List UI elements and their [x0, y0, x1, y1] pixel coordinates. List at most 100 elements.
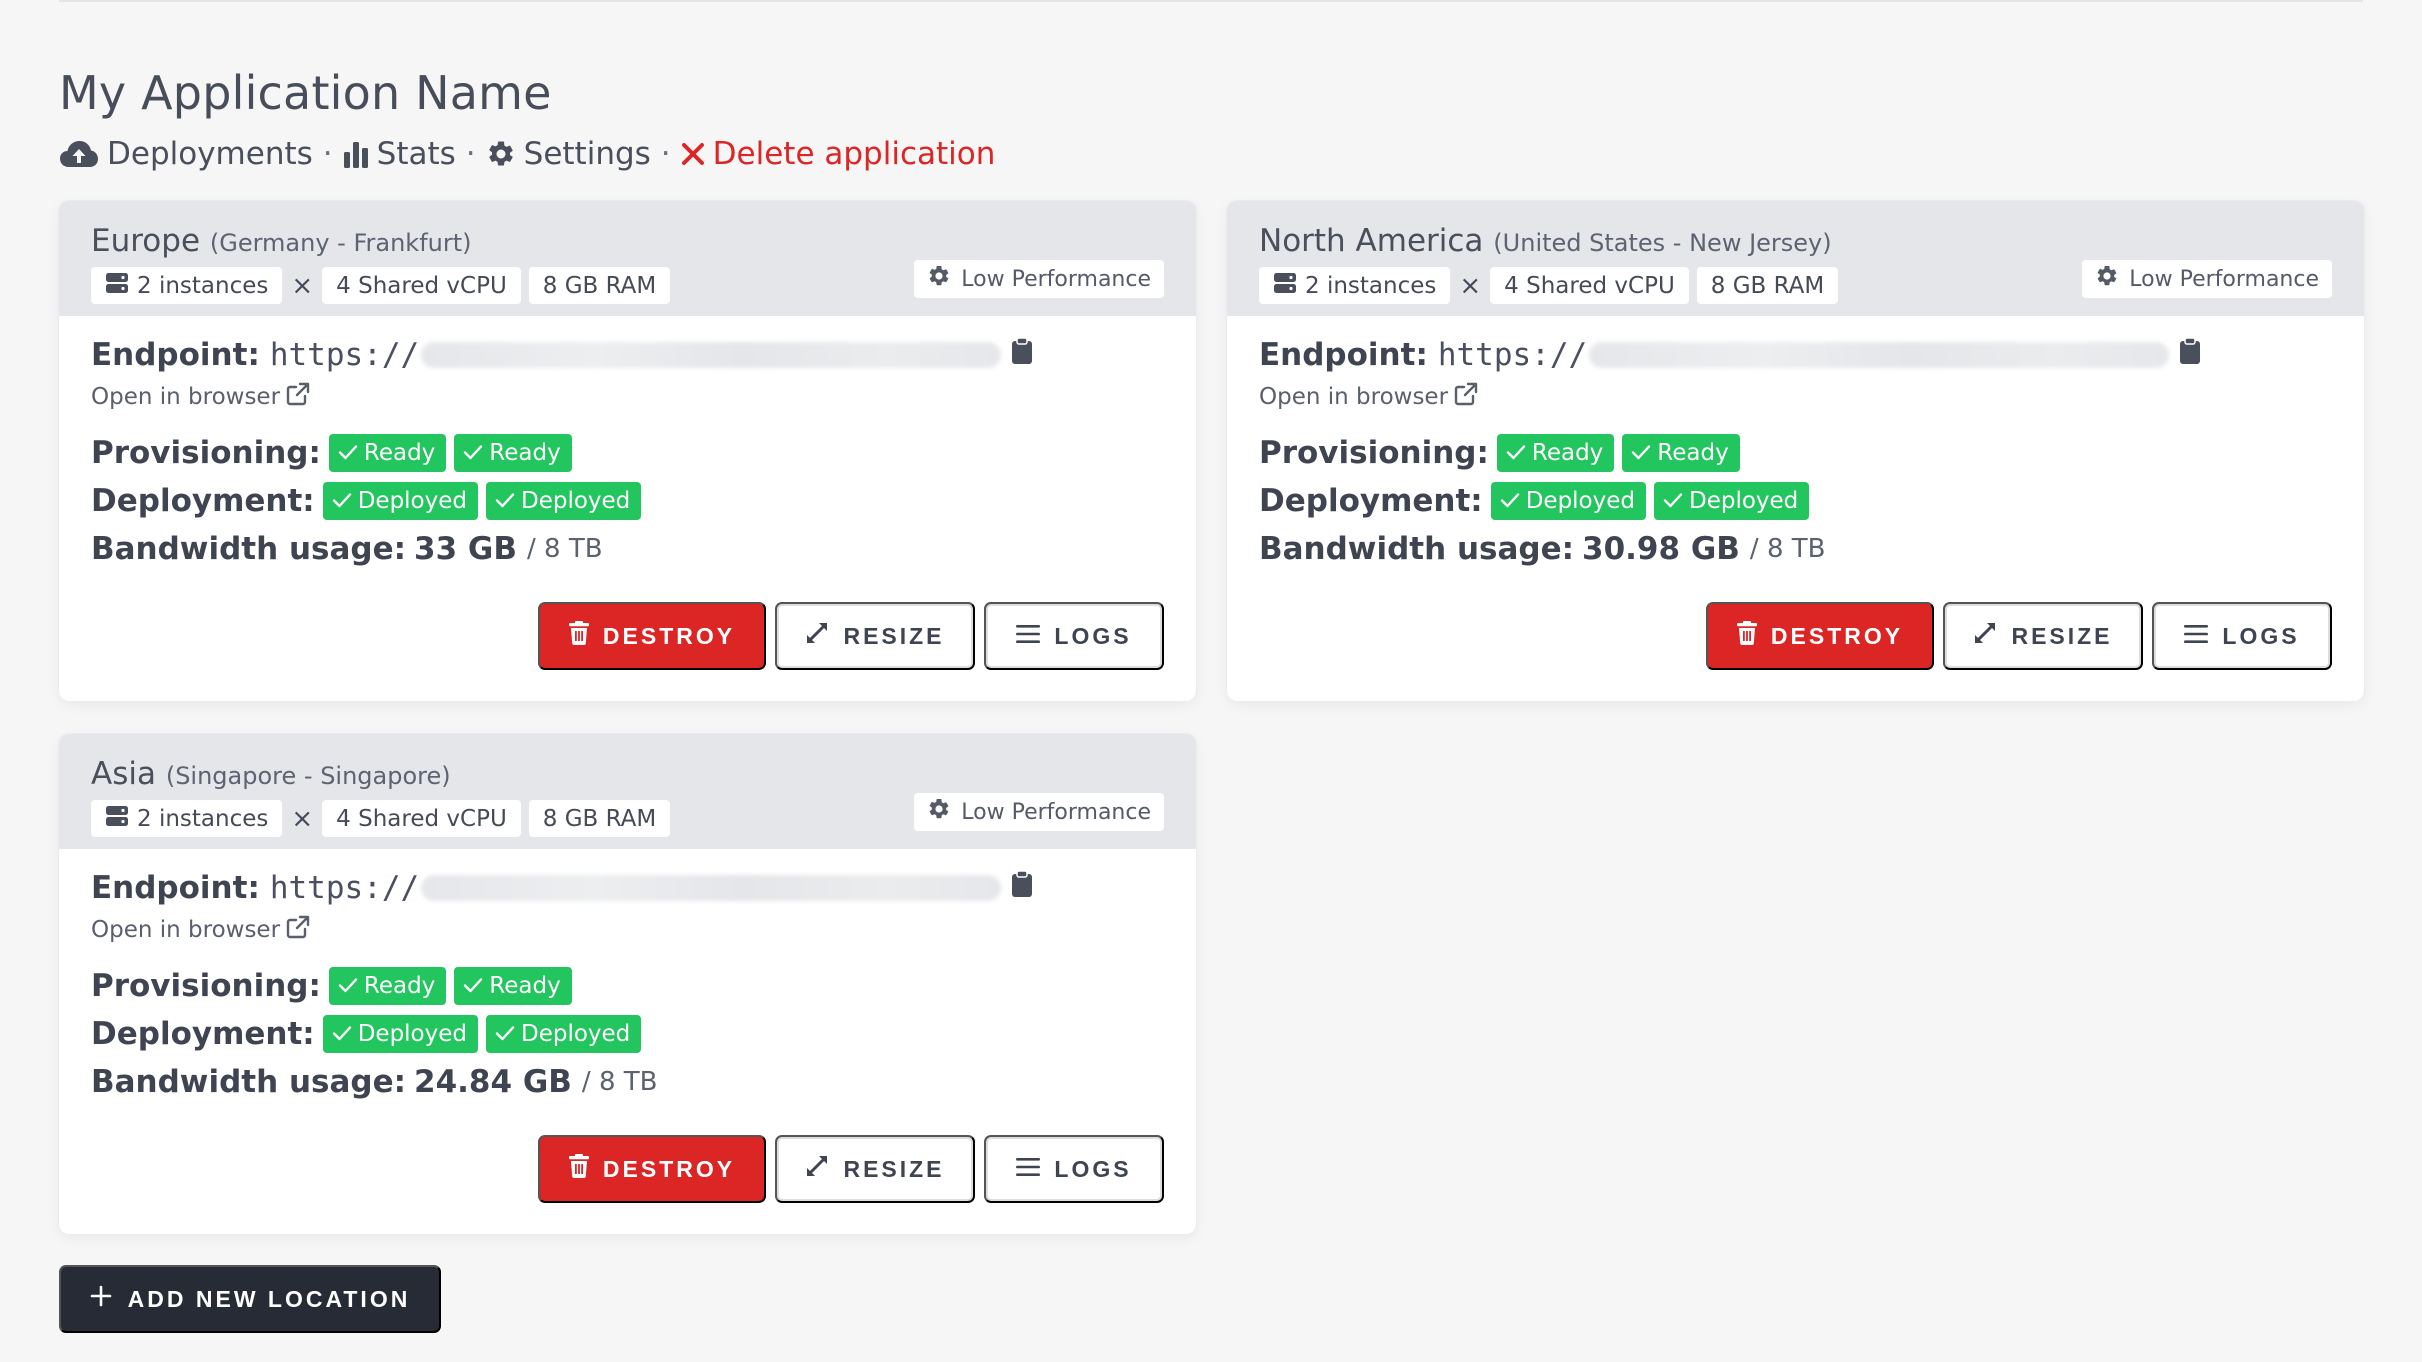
resize-button[interactable]: RESIZE [775, 1135, 975, 1203]
logs-button[interactable]: LOGS [984, 602, 1164, 670]
logs-button[interactable]: LOGS [984, 1135, 1164, 1203]
instances-count: 2 instances [137, 805, 269, 832]
region-place: (Singapore - Singapore) [165, 762, 451, 790]
provisioning-row: Provisioning: Ready Ready [91, 962, 1164, 1010]
endpoint-url-redacted [421, 875, 1002, 901]
provisioning-badge: Ready [328, 967, 447, 1005]
open-in-browser-label: Open in browser [91, 917, 281, 943]
deployment-status: Deployed [357, 1021, 467, 1047]
copy-endpoint-button[interactable] [2179, 337, 2201, 373]
deployment-badge: Deployed [486, 482, 642, 520]
destroy-label: DESTROY [602, 1155, 736, 1182]
trash-icon [568, 1154, 589, 1184]
close-icon [681, 142, 705, 166]
bar-chart-icon [343, 140, 369, 168]
page-title: My Application Name [59, 66, 552, 120]
bandwidth-total: / 8 TB [527, 534, 603, 564]
card-actions: DESTROY RESIZE LOGS [1706, 602, 2332, 670]
endpoint-url[interactable]: https:// [1438, 337, 1587, 373]
bandwidth-used: 30.98 GB [1582, 531, 1740, 567]
expand-icon [805, 621, 829, 651]
destroy-button[interactable]: DESTROY [538, 602, 766, 670]
provisioning-badge: Ready [328, 434, 447, 472]
logs-button[interactable]: LOGS [2152, 602, 2332, 670]
nav-stats-link[interactable]: Stats [343, 136, 456, 172]
endpoint-url-redacted [1589, 342, 2170, 368]
open-in-browser-label: Open in browser [1259, 384, 1449, 410]
logs-label: LOGS [1054, 1155, 1132, 1182]
deployment-row: Deployment: Deployed Deployed [91, 1010, 1164, 1058]
spec-chips: 2 instances × 4 Shared vCPU 8 GB RAM [91, 800, 671, 837]
cpu-chip: 4 Shared vCPU [322, 267, 521, 304]
deployment-status: Deployed [357, 488, 467, 514]
check-icon [338, 440, 358, 466]
region-place: (Germany - Frankfurt) [209, 229, 472, 257]
provisioning-row: Provisioning: Ready Ready [91, 429, 1164, 477]
endpoint-row: Endpoint: https:// [1259, 333, 2332, 377]
instances-chip: 2 instances [91, 800, 283, 837]
bandwidth-row: Bandwidth usage: 24.84 GB / 8 TB [91, 1058, 1164, 1106]
resize-label: RESIZE [843, 622, 945, 649]
card-title: Europe (Germany - Frankfurt) [91, 223, 472, 259]
ram-chip: 8 GB RAM [528, 800, 671, 837]
menu-lines-icon [2184, 623, 2209, 650]
bandwidth-total: / 8 TB [581, 1067, 658, 1097]
bandwidth-label: Bandwidth usage: [91, 1064, 406, 1100]
open-in-browser-link[interactable]: Open in browser [1259, 381, 2332, 413]
app-nav: Deployments · Stats · Settings · Delete … [59, 134, 995, 174]
open-in-browser-link[interactable]: Open in browser [91, 914, 1164, 946]
instances-count: 2 instances [137, 272, 269, 299]
destroy-label: DESTROY [1770, 622, 1904, 649]
deployment-row: Deployment: Deployed Deployed [91, 477, 1164, 525]
expand-icon [1973, 621, 1997, 651]
gear-icon [927, 264, 951, 294]
endpoint-url[interactable]: https:// [270, 337, 419, 373]
destroy-button[interactable]: DESTROY [538, 1135, 766, 1203]
deployment-badge: Deployed [322, 482, 478, 520]
deployment-badge: Deployed [1654, 482, 1810, 520]
deployment-label: Deployment: [91, 483, 315, 519]
instances-chip: 2 instances [1259, 267, 1451, 304]
cloud-upload-icon [59, 139, 99, 169]
bandwidth-total: / 8 TB [1749, 534, 1826, 564]
endpoint-url[interactable]: https:// [270, 870, 419, 906]
nav-delete-application-label: Delete application [712, 136, 996, 172]
copy-endpoint-button[interactable] [1011, 337, 1033, 373]
deployment-status: Deployed [521, 1021, 631, 1047]
deployment-label: Deployment: [1259, 483, 1483, 519]
bandwidth-row: Bandwidth usage: 30.98 GB / 8 TB [1259, 525, 2332, 573]
nav-delete-application-link[interactable]: Delete application [681, 136, 996, 172]
nav-deployments-link[interactable]: Deployments [59, 136, 313, 172]
add-new-location-button[interactable]: ADD NEW LOCATION [59, 1265, 441, 1333]
top-divider [59, 0, 2363, 2]
provisioning-status: Ready [363, 440, 436, 466]
resize-button[interactable]: RESIZE [775, 602, 975, 670]
provisioning-status: Ready [363, 973, 436, 999]
resize-label: RESIZE [843, 1155, 945, 1182]
resize-button[interactable]: RESIZE [1943, 602, 2143, 670]
menu-lines-icon [1016, 623, 1041, 650]
open-in-browser-link[interactable]: Open in browser [91, 381, 1164, 413]
card-body: Endpoint: https:// Open in browser Provi… [91, 866, 1164, 1106]
provisioning-badge: Ready [1622, 434, 1740, 472]
check-icon [495, 488, 515, 514]
logs-label: LOGS [2222, 622, 2300, 649]
gear-icon [486, 139, 516, 169]
endpoint-label: Endpoint: [91, 337, 260, 373]
destroy-button[interactable]: DESTROY [1706, 602, 1934, 670]
region-name: Europe [91, 223, 201, 259]
check-icon [1500, 488, 1520, 514]
nav-separator: · [322, 136, 333, 172]
provisioning-label: Provisioning: [1259, 435, 1489, 471]
card-body: Endpoint: https:// Open in browser Provi… [1259, 333, 2332, 573]
endpoint-row: Endpoint: https:// [91, 866, 1164, 910]
deployment-label: Deployment: [91, 1016, 315, 1052]
provisioning-row: Provisioning: Ready Ready [1259, 429, 2332, 477]
copy-endpoint-button[interactable] [1011, 870, 1033, 906]
performance-chip: Low Performance [2082, 260, 2332, 298]
nav-settings-link[interactable]: Settings [486, 136, 651, 172]
status-rows: Provisioning: Ready Ready Deployment: De… [1259, 429, 2332, 573]
nav-deployments-label: Deployments [107, 136, 313, 172]
deployment-status: Deployed [1525, 488, 1635, 514]
check-icon [463, 973, 483, 999]
